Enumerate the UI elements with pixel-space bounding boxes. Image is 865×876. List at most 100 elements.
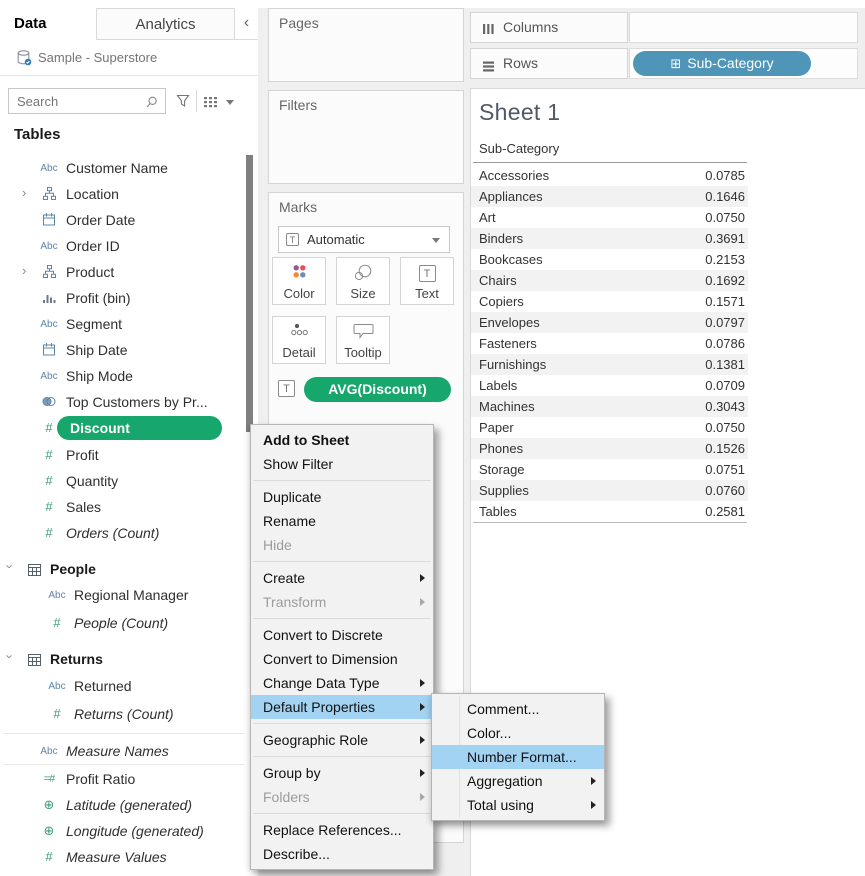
text-button[interactable]: T Text	[400, 257, 454, 305]
menu-item-convert-to-discrete[interactable]: Convert to Discrete	[251, 623, 433, 647]
field-orders-count[interactable]: # Orders (Count)	[0, 520, 246, 546]
view-options-caret-icon[interactable]	[226, 100, 234, 105]
field-latitude-generated[interactable]: ⊕ Latitude (generated)	[0, 792, 246, 818]
row-value[interactable]: 0.1571	[705, 291, 745, 312]
row-value[interactable]: 0.1381	[705, 354, 745, 375]
row-label[interactable]: Tables	[479, 501, 517, 522]
row-value[interactable]: 0.3691	[705, 228, 745, 249]
field-order-id[interactable]: Abc Order ID	[0, 233, 246, 259]
field-regional-manager[interactable]: Abc Regional Manager	[0, 582, 246, 608]
row-label[interactable]: Envelopes	[479, 312, 540, 333]
row-label[interactable]: Art	[479, 207, 496, 228]
rows-shelf[interactable]: Rows	[470, 48, 628, 79]
row-label[interactable]: Supplies	[479, 480, 529, 501]
row-label[interactable]: Binders	[479, 228, 523, 249]
field-people-count[interactable]: # People (Count)	[0, 610, 246, 636]
field-returns-count[interactable]: # Returns (Count)	[0, 701, 246, 727]
table-row[interactable]: Phones0.1526	[471, 438, 748, 459]
size-button[interactable]: Size	[336, 257, 390, 305]
row-value[interactable]: 0.0797	[705, 312, 745, 333]
row-label[interactable]: Accessories	[479, 165, 549, 186]
field-profit[interactable]: # Profit	[0, 442, 246, 468]
field-customer-name[interactable]: Abc Customer Name	[0, 155, 246, 181]
menu-item-convert-to-dimension[interactable]: Convert to Dimension	[251, 647, 433, 671]
chevron-right-icon[interactable]: ›	[22, 185, 26, 200]
field-top-customers-set[interactable]: Top Customers by Pr...	[0, 389, 246, 415]
menu-item-geographic-role[interactable]: Geographic Role	[251, 728, 433, 752]
color-button[interactable]: Color	[272, 257, 326, 305]
view-options-icon[interactable]	[204, 95, 218, 113]
table-row[interactable]: Copiers 0.1571	[471, 291, 748, 312]
field-longitude-generated[interactable]: ⊕ Longitude (generated)	[0, 818, 246, 844]
row-value[interactable]: 0.0785	[705, 165, 745, 186]
table-row[interactable]: Tables 0.2581	[471, 501, 748, 522]
table-row[interactable]: Storage 0.0751	[471, 459, 748, 480]
row-value[interactable]: 0.1526	[705, 438, 745, 459]
row-label[interactable]: Storage	[479, 459, 525, 480]
tab-data[interactable]: Data	[0, 8, 96, 40]
menu-item-create[interactable]: Create	[251, 566, 433, 590]
filter-fields-icon[interactable]	[176, 94, 190, 113]
row-label[interactable]: Paper	[479, 417, 514, 438]
row-label[interactable]: Appliances	[479, 186, 543, 207]
menu-item-rename[interactable]: Rename	[251, 509, 433, 533]
row-value[interactable]: 0.2581	[705, 501, 745, 522]
field-profit-bin[interactable]: Profit (bin)	[0, 285, 246, 311]
field-quantity[interactable]: # Quantity	[0, 468, 246, 494]
filters-shelf[interactable]: Filters	[268, 90, 464, 184]
table-row[interactable]: Binders 0.3691	[471, 228, 748, 249]
table-row[interactable]: Art0.0750	[471, 207, 748, 228]
row-value[interactable]: 0.0750	[705, 417, 745, 438]
field-measure-names[interactable]: Abc Measure Names	[0, 738, 246, 764]
table-group-returns[interactable]: › Returns	[0, 646, 246, 672]
table-row[interactable]: Fasteners0.0786	[471, 333, 748, 354]
submenu-item-comment[interactable]: Comment...	[432, 697, 604, 721]
chevron-down-icon[interactable]: ›	[3, 654, 18, 658]
submenu-item-color[interactable]: Color...	[432, 721, 604, 745]
field-ship-date[interactable]: Ship Date	[0, 337, 246, 363]
table-row[interactable]: Appliances0.1646	[471, 186, 748, 207]
pages-shelf[interactable]: Pages	[268, 8, 464, 82]
tooltip-button[interactable]: Tooltip	[336, 316, 390, 364]
row-label[interactable]: Chairs	[479, 270, 517, 291]
menu-item-change-data-type[interactable]: Change Data Type	[251, 671, 433, 695]
menu-item-replace-references[interactable]: Replace References...	[251, 818, 433, 842]
selected-field-pill[interactable]: Discount	[57, 416, 222, 440]
chevron-right-icon[interactable]: ›	[22, 263, 26, 278]
field-measure-values[interactable]: # Measure Values	[0, 844, 246, 870]
field-discount[interactable]: # Discount	[0, 415, 246, 441]
table-row[interactable]: Bookcases 0.2153	[471, 249, 748, 270]
chevron-down-icon[interactable]: ›	[3, 564, 18, 568]
datasource-row[interactable]: Sample - Superstore	[0, 42, 258, 76]
plus-box-icon[interactable]: ⊞	[670, 56, 681, 71]
data-pane-scrollbar[interactable]	[246, 155, 253, 432]
table-row[interactable]: Chairs0.1692	[471, 270, 748, 291]
row-value[interactable]: 0.0709	[705, 375, 745, 396]
submenu-item-aggregation[interactable]: Aggregation	[432, 769, 604, 793]
detail-button[interactable]: Detail	[272, 316, 326, 364]
table-row[interactable]: Supplies 0.0760	[471, 480, 748, 501]
menu-item-show-filter[interactable]: Show Filter	[251, 452, 433, 476]
table-row[interactable]: Furnishings 0.1381	[471, 354, 748, 375]
row-label[interactable]: Machines	[479, 396, 535, 417]
field-returned[interactable]: Abc Returned	[0, 673, 246, 699]
row-label[interactable]: Copiers	[479, 291, 524, 312]
row-value[interactable]: 0.0751	[705, 459, 745, 480]
row-label[interactable]: Fasteners	[479, 333, 537, 354]
submenu-item-total-using[interactable]: Total using	[432, 793, 604, 817]
row-value[interactable]: 0.0760	[705, 480, 745, 501]
encoding-pill-avg-discount[interactable]: AVG(Discount)	[304, 377, 451, 402]
menu-item-duplicate[interactable]: Duplicate	[251, 485, 433, 509]
menu-item-add-to-sheet[interactable]: Add to Sheet	[251, 428, 433, 452]
row-label[interactable]: Bookcases	[479, 249, 543, 270]
mark-type-dropdown[interactable]: T Automatic	[278, 226, 450, 253]
row-label[interactable]: Furnishings	[479, 354, 546, 375]
row-value[interactable]: 0.3043	[705, 396, 745, 417]
field-location[interactable]: › Location	[0, 181, 246, 207]
rows-pill-sub-category[interactable]: ⊞Sub-Category	[633, 51, 811, 76]
table-row[interactable]: Labels0.0709	[471, 375, 748, 396]
field-order-date[interactable]: Order Date	[0, 207, 246, 233]
table-group-people[interactable]: › People	[0, 556, 246, 582]
menu-item-default-properties[interactable]: Default Properties	[251, 695, 433, 719]
row-value[interactable]: 0.2153	[705, 249, 745, 270]
